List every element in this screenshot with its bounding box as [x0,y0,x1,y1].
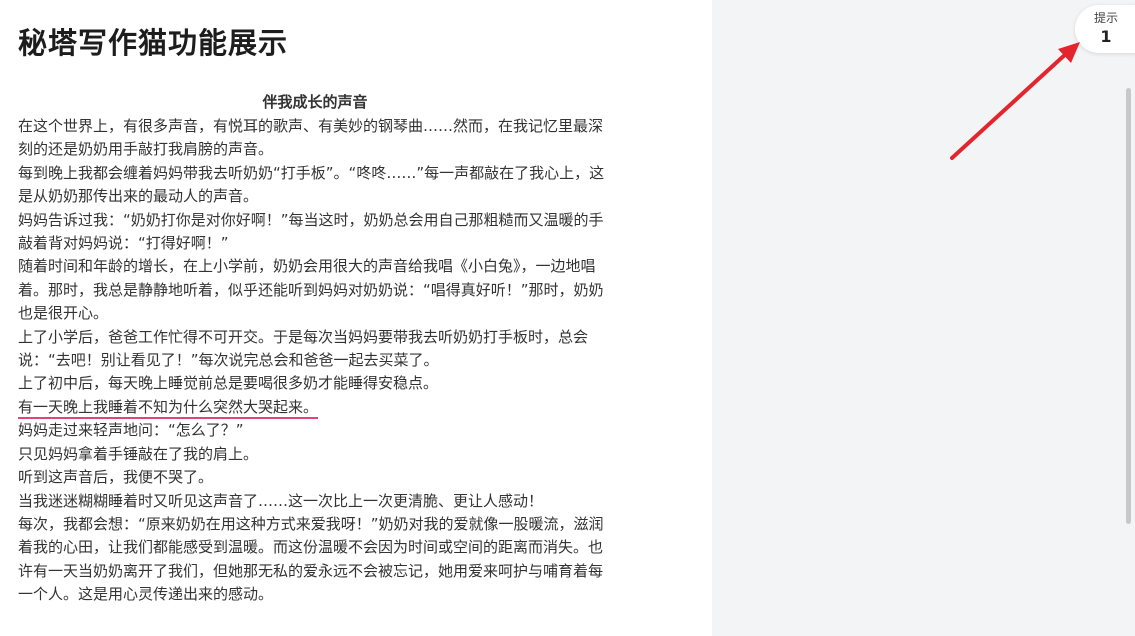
paragraph-text: 妈妈告诉过我：“奶奶打你是对你好啊！”每当这时，奶奶总会用自己那粗糙而又温暖的手… [18,210,604,253]
paragraph-text: 妈妈走过来轻声地问：“怎么了？” [18,421,244,440]
paragraph-text: 当我迷迷糊糊睡着时又听见这声音了……这一次比上一次更清脆、更让人感动！ [18,491,544,510]
hint-panel [712,0,1135,636]
paragraph-list[interactable]: 在这个世界上，有很多声音，有悦耳的歌声、有美妙的钢琴曲……然而，在我记忆里最深刻… [18,115,612,607]
paragraph-text: 每次，我都会想：“原来奶奶在用这种方式来爱我呀！”奶奶对我的爱就像一股暖流，滋润… [18,514,604,604]
paragraph-text: 上了初中后，每天晚上睡觉前总是要喝很多奶才能睡得安稳点。 [18,374,439,393]
paragraph[interactable]: 妈妈告诉过我：“奶奶打你是对你好啊！”每当这时，奶奶总会用自己那粗糙而又温暖的手… [18,209,612,256]
paragraph[interactable]: 听到这声音后，我便不哭了。 [18,466,612,489]
paragraph-text: 随着时间和年龄的增长，在上小学前，奶奶会用很大的声音给我唱《小白兔》，一边地唱着… [18,257,604,323]
paragraph[interactable]: 只见妈妈拿着手锤敲在了我的肩上。 [18,443,612,466]
paragraph[interactable]: 上了小学后，爸爸工作忙得不可开交。于是每次当妈妈要带我去听奶奶打手板时，总会说：… [18,326,612,373]
hint-count: 1 [1100,27,1112,46]
paragraph-text: 每到晚上我都会缠着妈妈带我去听奶奶“打手板”。“咚咚……”每一声都敲在了我心上，… [18,163,605,206]
hint-label: 提示 [1093,11,1118,25]
paragraph[interactable]: 上了初中后，每天晚上睡觉前总是要喝很多奶才能睡得安稳点。 [18,372,612,395]
paragraph[interactable]: 当我迷迷糊糊睡着时又听见这声音了……这一次比上一次更清脆、更让人感动！ [18,490,612,513]
paragraph-text: 只见妈妈拿着手锤敲在了我的肩上。 [18,444,259,463]
suggestion-highlight[interactable]: 有一天晚上我睡着不知为什么突然大哭起来。 [18,397,319,419]
paragraph[interactable]: 每次，我都会想：“原来奶奶在用这种方式来爱我呀！”奶奶对我的爱就像一股暖流，滋润… [18,513,612,607]
document-editor[interactable]: 秘塔写作猫功能展示 伴我成长的声音 在这个世界上，有很多声音，有悦耳的歌声、有美… [0,0,712,636]
hint-button[interactable]: 提示 1 [1075,5,1135,53]
paragraph-text: 在这个世界上，有很多声音，有悦耳的歌声、有美妙的钢琴曲……然而，在我记忆里最深刻… [18,117,604,159]
paragraph-text: 听到这声音后，我便不哭了。 [18,468,214,487]
paragraph-text: 上了小学后，爸爸工作忙得不可开交。于是每次当妈妈要带我去听奶奶打手板时，总会说：… [18,327,589,370]
paragraph[interactable]: 妈妈走过来轻声地问：“怎么了？” [18,419,612,442]
paragraph[interactable]: 每到晚上我都会缠着妈妈带我去听奶奶“打手板”。“咚咚……”每一声都敲在了我心上，… [18,162,612,209]
paragraph[interactable]: 在这个世界上，有很多声音，有悦耳的歌声、有美妙的钢琴曲……然而，在我记忆里最深刻… [18,115,612,162]
essay-title[interactable]: 伴我成长的声音 [18,92,612,112]
paragraph[interactable]: 随着时间和年龄的增长，在上小学前，奶奶会用很大的声音给我唱《小白兔》，一边地唱着… [18,255,612,325]
page-title: 秘塔写作猫功能展示 [18,26,289,60]
paragraph[interactable]: 有一天晚上我睡着不知为什么突然大哭起来。 [18,396,612,419]
scrollbar-thumb[interactable] [1126,88,1131,524]
